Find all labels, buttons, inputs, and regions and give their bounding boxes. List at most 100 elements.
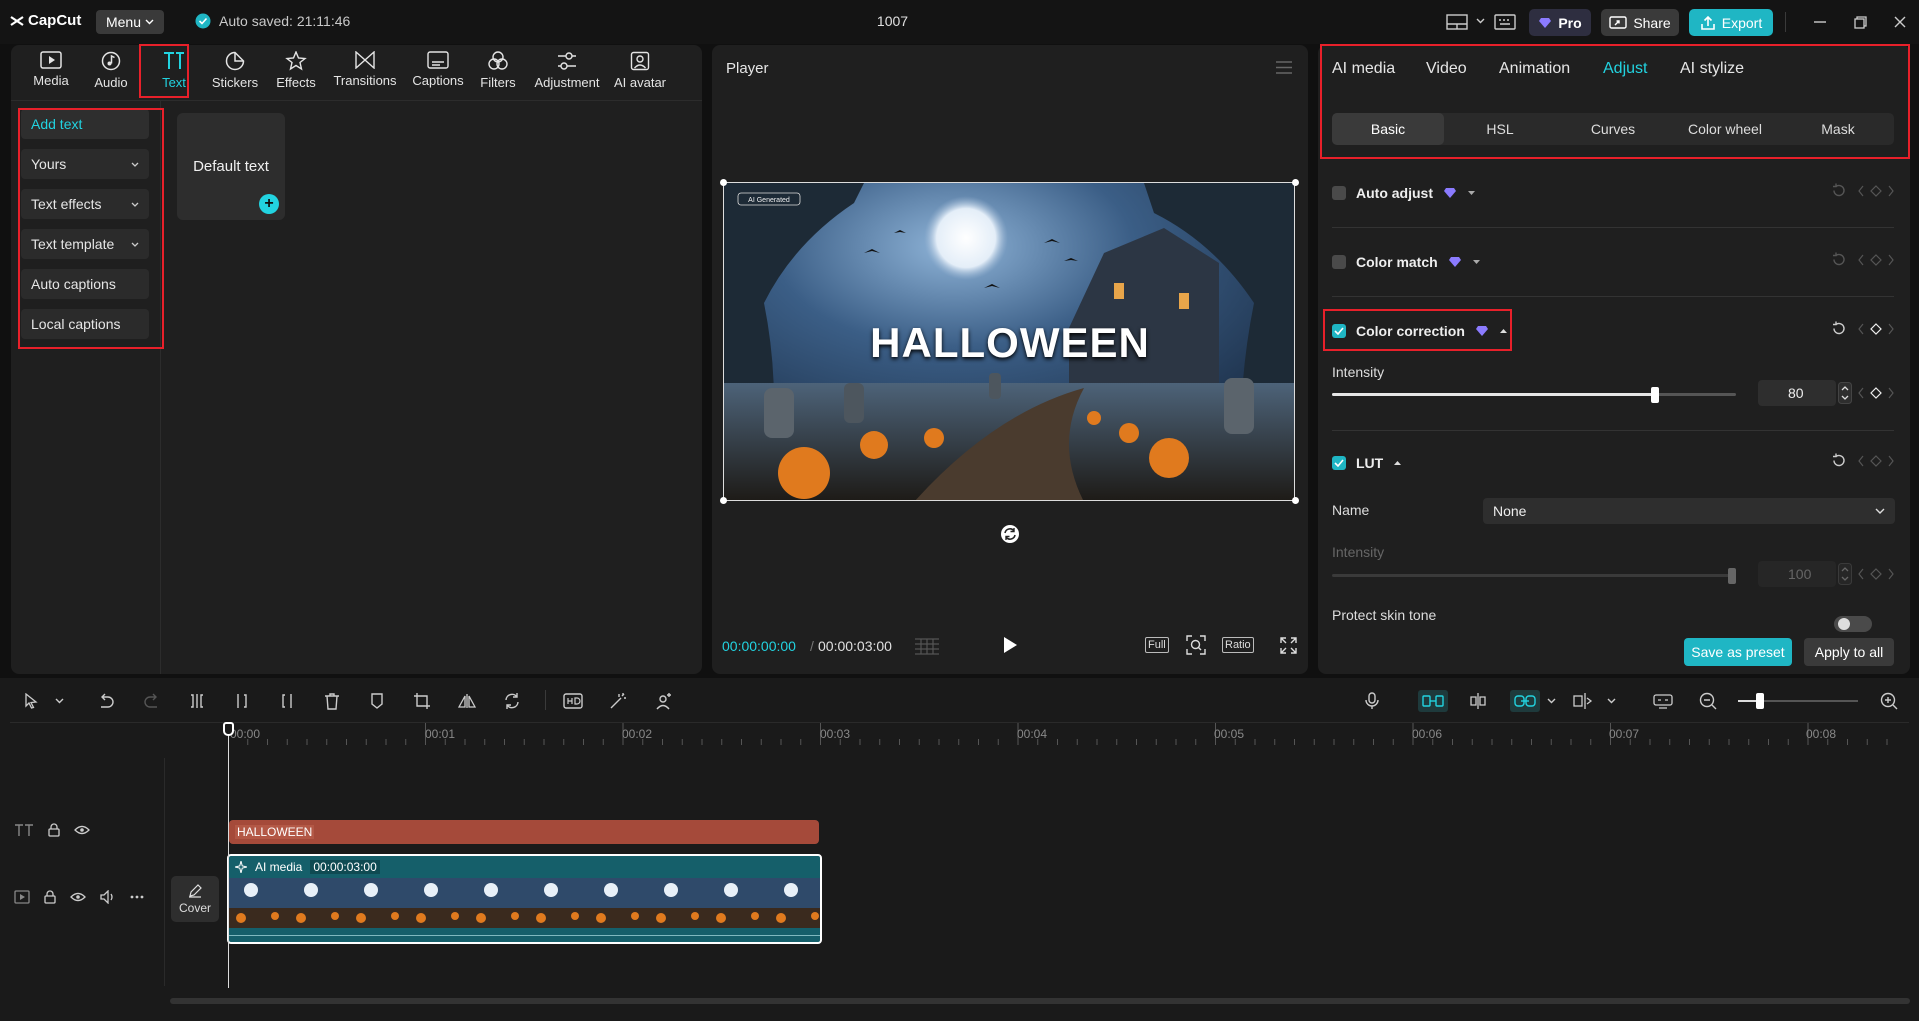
fit-timeline-icon[interactable] (1652, 690, 1674, 712)
overlay-title-text[interactable]: HALLOWEEN (724, 319, 1294, 367)
ratio-button[interactable]: Ratio (1222, 635, 1254, 655)
more-icon[interactable] (130, 895, 144, 899)
sidebar-item-auto-captions[interactable]: Auto captions (21, 269, 149, 299)
reset-icon[interactable] (1831, 183, 1846, 198)
pro-button[interactable]: Pro (1529, 9, 1591, 36)
sidebar-item-add-text[interactable]: Add text (21, 109, 149, 139)
select-cursor-icon[interactable] (20, 690, 42, 712)
chevron-down-icon[interactable] (1472, 259, 1481, 265)
tool-captions[interactable]: Captions (403, 51, 473, 97)
export-button[interactable]: Export (1689, 9, 1773, 36)
lut-checkbox[interactable] (1332, 456, 1346, 470)
tab-video[interactable]: Video (1426, 60, 1467, 78)
resize-handle[interactable] (720, 179, 727, 186)
color-match-checkbox[interactable] (1332, 255, 1346, 269)
reset-icon[interactable] (1831, 321, 1846, 336)
main-track-magnet-icon[interactable] (1418, 690, 1448, 712)
intensity-value-input[interactable]: 80 (1758, 380, 1836, 406)
keyframe-icon[interactable] (1858, 184, 1894, 197)
eye-icon[interactable] (74, 825, 90, 835)
reset-icon[interactable] (1831, 252, 1846, 267)
full-quality-button[interactable]: Full (1145, 635, 1169, 655)
zoom-slider-knob[interactable] (1756, 693, 1764, 709)
tab-ai-stylize[interactable]: AI stylize (1680, 60, 1744, 78)
lut-intensity-input[interactable]: 100 (1758, 561, 1836, 587)
delete-icon[interactable] (321, 690, 343, 712)
lock-icon[interactable] (44, 890, 56, 904)
keyframe-icon[interactable] (1858, 568, 1894, 580)
resize-handle[interactable] (720, 497, 727, 504)
player-menu-icon[interactable] (1276, 61, 1292, 74)
stepper-icon[interactable] (1838, 563, 1852, 585)
time-ruler[interactable]: 00:00 00:01 00:02 00:03 00:04 00:05 00:0… (228, 723, 1908, 745)
subtab-basic[interactable]: Basic (1332, 113, 1444, 145)
resize-handle[interactable] (1292, 497, 1299, 504)
video-preview[interactable]: AI Generated HALLOWEEN (723, 182, 1295, 501)
timeline-horizontal-scrollbar[interactable] (170, 998, 1910, 1004)
sidebar-item-yours[interactable]: Yours (21, 149, 149, 179)
split-icon[interactable] (186, 690, 208, 712)
link-icon[interactable] (1510, 690, 1540, 712)
subtab-curves[interactable]: Curves (1557, 113, 1669, 145)
tool-effects[interactable]: Effects (266, 51, 326, 97)
fullscreen-icon[interactable] (1280, 635, 1297, 655)
default-text-card[interactable]: Default text + (177, 113, 285, 220)
keyframe-icon[interactable] (1858, 387, 1894, 399)
subtab-hsl[interactable]: HSL (1444, 113, 1556, 145)
grid-view-icon[interactable] (914, 638, 940, 655)
split-left-icon[interactable] (231, 690, 253, 712)
layout-icon[interactable] (1446, 13, 1468, 31)
zoom-out-icon[interactable] (1697, 690, 1719, 712)
auto-adjust-checkbox[interactable] (1332, 186, 1346, 200)
layout-chevron-icon[interactable] (1476, 18, 1485, 24)
play-icon[interactable] (1002, 636, 1018, 654)
split-right-icon[interactable] (276, 690, 298, 712)
lut-name-select[interactable]: None (1483, 498, 1895, 524)
tool-stickers[interactable]: Stickers (205, 51, 265, 97)
chevron-down-icon[interactable] (1540, 690, 1562, 712)
add-icon[interactable]: + (259, 194, 279, 214)
lock-icon[interactable] (48, 823, 60, 837)
tab-ai-media[interactable]: AI media (1332, 60, 1395, 78)
subtab-color-wheel[interactable]: Color wheel (1669, 113, 1781, 145)
sidebar-item-local-captions[interactable]: Local captions (21, 309, 149, 339)
tool-ai-avatar[interactable]: AI avatar (605, 51, 675, 97)
media-clip[interactable]: AI media 00:00:03:00 (227, 854, 822, 944)
playhead-handle[interactable] (223, 722, 234, 736)
keyframe-icon[interactable] (1858, 322, 1894, 335)
eye-icon[interactable] (70, 892, 86, 902)
tool-audio[interactable]: Audio (81, 51, 141, 97)
preview-axis-icon[interactable] (1572, 690, 1594, 712)
tool-filters[interactable]: Filters (468, 51, 528, 97)
share-button[interactable]: Share (1601, 9, 1679, 36)
tab-adjust[interactable]: Adjust (1603, 60, 1647, 78)
subtab-mask[interactable]: Mask (1782, 113, 1894, 145)
tool-adjustment[interactable]: Adjustment (527, 51, 607, 97)
rotate-icon[interactable] (1000, 524, 1020, 544)
cover-button[interactable]: Cover (171, 876, 219, 922)
restore-icon[interactable] (1846, 10, 1874, 34)
redo-icon[interactable] (141, 690, 163, 712)
chevron-down-icon[interactable] (48, 690, 70, 712)
tab-animation[interactable]: Animation (1499, 60, 1570, 78)
tool-transitions[interactable]: Transitions (323, 51, 407, 97)
apply-all-button[interactable]: Apply to all (1804, 638, 1894, 666)
stepper-icon[interactable] (1838, 382, 1852, 404)
menu-button[interactable]: Menu (96, 10, 164, 34)
ai-person-icon[interactable] (653, 690, 675, 712)
tool-text[interactable]: Text (144, 51, 204, 97)
rotate-clip-icon[interactable] (501, 690, 523, 712)
resize-handle[interactable] (1292, 179, 1299, 186)
hd-icon[interactable] (562, 690, 584, 712)
volume-icon[interactable] (100, 890, 116, 904)
lut-intensity-slider[interactable] (1332, 574, 1736, 577)
zoom-fit-icon[interactable] (1186, 635, 1206, 655)
chevron-up-icon[interactable] (1393, 460, 1402, 466)
tool-media[interactable]: Media (21, 51, 81, 97)
intensity-slider-knob[interactable] (1651, 387, 1659, 403)
zoom-in-icon[interactable] (1878, 690, 1900, 712)
sidebar-item-text-template[interactable]: Text template (21, 229, 149, 259)
crop-icon[interactable] (411, 690, 433, 712)
undo-icon[interactable] (95, 690, 117, 712)
mirror-icon[interactable] (456, 690, 478, 712)
